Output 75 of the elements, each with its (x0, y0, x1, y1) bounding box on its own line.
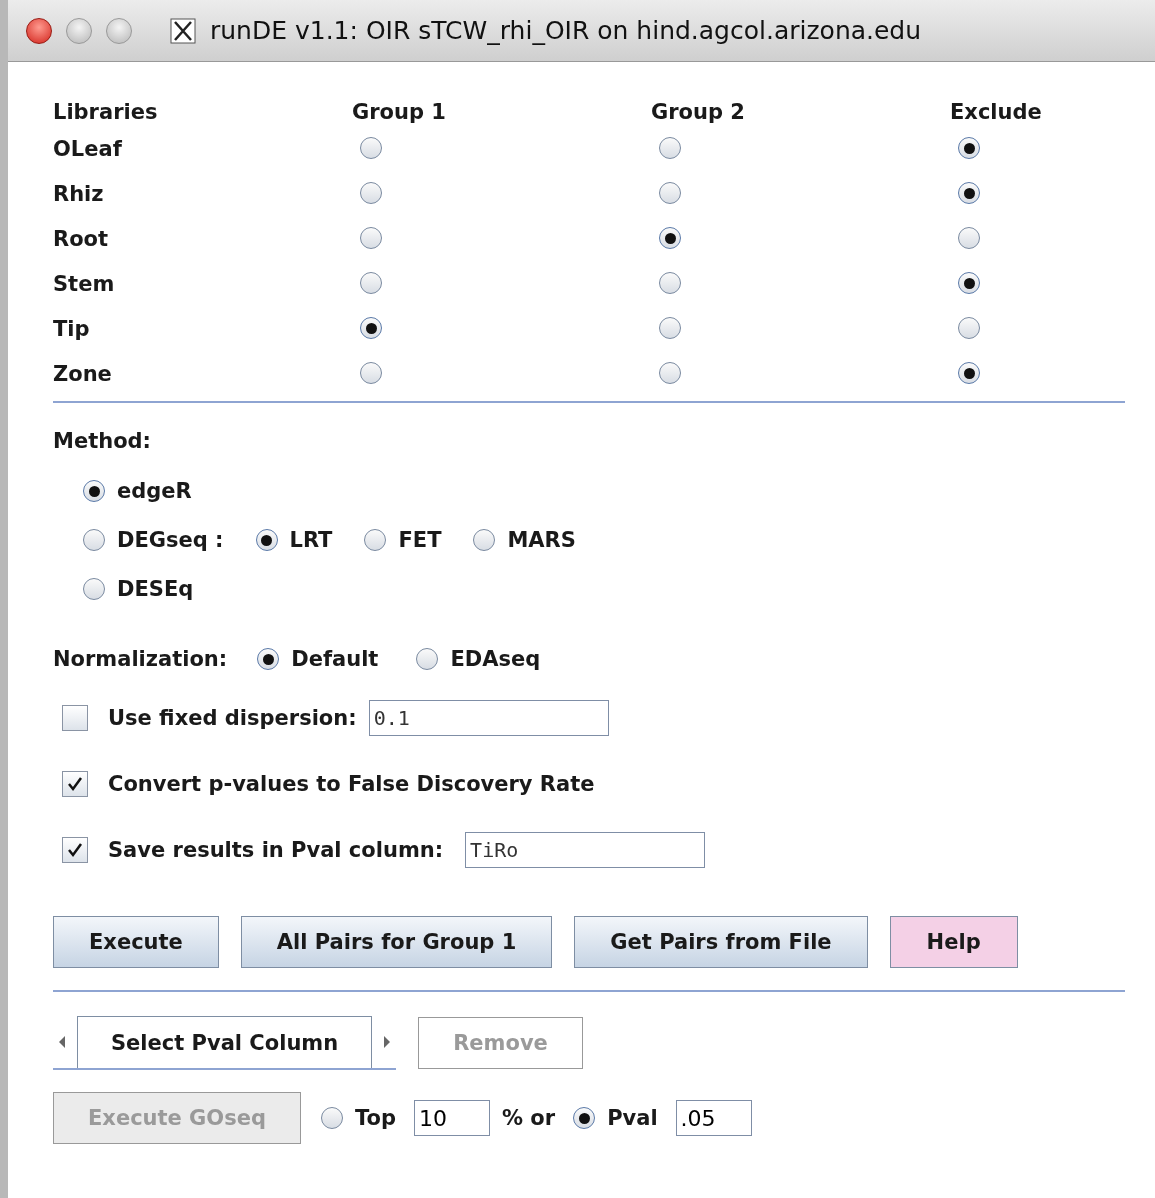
close-button[interactable] (26, 17, 52, 44)
radio-button[interactable] (83, 529, 105, 551)
radio-button[interactable] (958, 227, 980, 249)
left-arrow-icon[interactable] (57, 1035, 67, 1049)
checkbox-label: Use fixed dispersion: (108, 706, 357, 730)
input-field[interactable]: 10 (414, 1100, 490, 1136)
option-label: MARS (507, 528, 576, 552)
right-arrow-icon[interactable] (382, 1035, 393, 1049)
window-title: runDE v1.1: OIR sTCW_rhi_OIR on hind.agcol.arizona.edu (210, 16, 922, 45)
option-label: edgeR (117, 479, 192, 503)
radio-button[interactable] (573, 1107, 596, 1129)
radio-button[interactable] (659, 182, 681, 204)
checkbox-label: Convert p-values to False Discovery Rate (108, 772, 595, 796)
column-header: Libraries (53, 100, 159, 124)
radio-button[interactable] (659, 317, 681, 339)
action-button[interactable]: Get Pairs from File (574, 916, 868, 968)
column-header: Exclude (950, 100, 1043, 124)
radio-button[interactable] (364, 529, 387, 551)
library-name: Stem (53, 272, 116, 296)
input-field[interactable]: TiRo (465, 832, 706, 868)
option-label: Pval (607, 1106, 658, 1130)
option-label: Top (355, 1106, 396, 1130)
minimize-button[interactable] (66, 17, 92, 44)
option-label: EDAseq (450, 647, 541, 671)
radio-button[interactable] (958, 182, 980, 204)
radio-button[interactable] (958, 362, 980, 384)
radio-button[interactable] (416, 648, 439, 670)
option-label: FET (398, 528, 442, 552)
checkbox-label: Save results in Pval column: (108, 838, 444, 862)
option-label: DESEq (117, 577, 194, 601)
action-button[interactable]: All Pairs for Group 1 (240, 916, 553, 968)
pval-column-selector[interactable]: Select Pval Column (77, 1016, 373, 1068)
radio-button[interactable] (255, 529, 278, 551)
radio-button[interactable] (958, 137, 980, 159)
method-label: Method: (53, 429, 152, 453)
normalization-label: Normalization: (53, 647, 228, 671)
option-label: DEGseq : (117, 528, 224, 552)
zoom-button[interactable] (106, 17, 132, 44)
library-name: Rhiz (53, 182, 105, 206)
radio-button[interactable] (473, 529, 496, 551)
radio-button[interactable] (360, 272, 382, 294)
checkmark-icon (66, 775, 84, 793)
radio-button[interactable] (659, 137, 681, 159)
radio-button[interactable] (360, 137, 382, 159)
x-window-icon (170, 17, 196, 44)
checkmark-icon (66, 841, 84, 859)
radio-button[interactable] (659, 362, 681, 384)
radio-button[interactable] (83, 578, 105, 600)
radio-button[interactable] (360, 317, 382, 339)
help-button[interactable]: Help (889, 916, 1018, 968)
library-name: Root (53, 227, 110, 251)
input-field[interactable]: 0.1 (368, 700, 609, 736)
library-name: Tip (53, 317, 91, 341)
radio-button[interactable] (958, 317, 980, 339)
input-field[interactable]: .05 (675, 1100, 752, 1136)
radio-button[interactable] (360, 362, 382, 384)
library-name: Zone (53, 362, 113, 386)
option-label: Default (291, 647, 379, 671)
radio-button[interactable] (659, 272, 681, 294)
radio-button[interactable] (360, 227, 382, 249)
radio-button[interactable] (321, 1107, 343, 1129)
option-label: LRT (289, 528, 333, 552)
checkbox[interactable] (62, 837, 88, 863)
column-header: Group 2 (651, 100, 746, 124)
radio-button[interactable] (659, 227, 681, 249)
radio-button[interactable] (360, 182, 382, 204)
radio-button[interactable] (958, 272, 980, 294)
checkbox[interactable] (62, 705, 88, 731)
library-name: OLeaf (53, 137, 123, 161)
radio-button[interactable] (257, 648, 280, 670)
action-button[interactable]: Execute (53, 916, 219, 968)
column-header: Group 1 (352, 100, 447, 124)
checkbox[interactable] (62, 771, 88, 797)
radio-button[interactable] (83, 480, 105, 502)
separator-label: % or (502, 1106, 556, 1130)
